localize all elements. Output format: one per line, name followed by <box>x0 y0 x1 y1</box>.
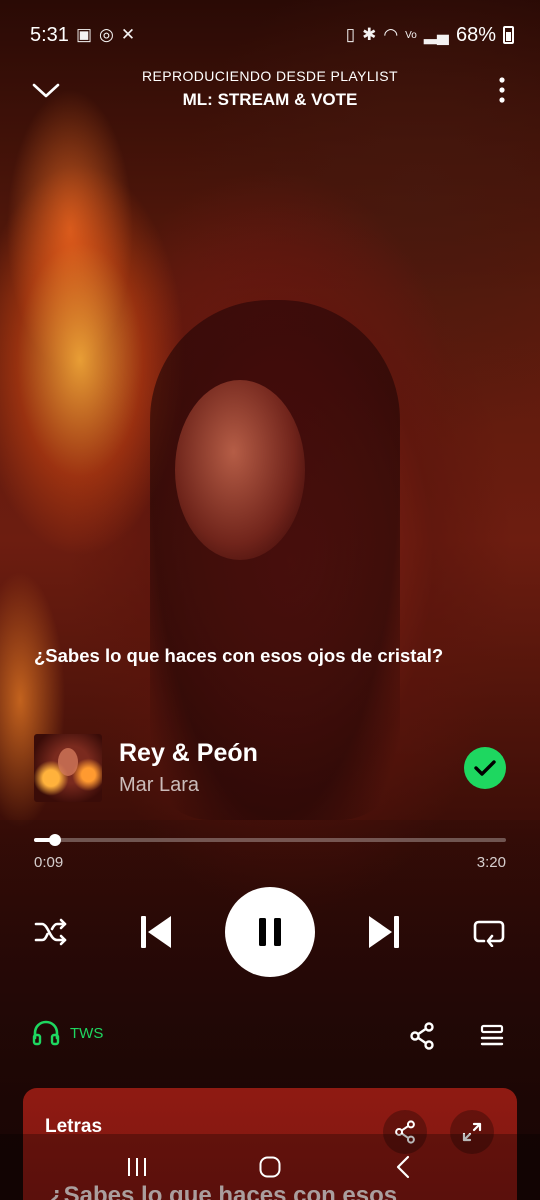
track-info: Rey & Peón Mar Lara <box>34 734 506 802</box>
total-duration: 3:20 <box>476 854 506 871</box>
seek-bar-track <box>34 838 506 842</box>
seek-bar-handle[interactable] <box>49 834 62 846</box>
signal-icon: ▂▄ <box>423 25 449 44</box>
saved-to-library-button[interactable] <box>464 747 506 789</box>
playing-from-context[interactable]: REPRODUCIENDO DESDE PLAYLIST ML: STREAM … <box>80 68 460 110</box>
check-icon <box>474 760 496 776</box>
pause-button[interactable] <box>225 887 315 977</box>
status-time: 5:31 <box>30 23 69 46</box>
context-label: REPRODUCIENDO DESDE PLAYLIST <box>142 68 398 84</box>
seek-bar[interactable] <box>34 833 506 847</box>
x-icon: ✕ <box>120 25 136 44</box>
next-button[interactable] <box>360 910 408 954</box>
repeat-button[interactable] <box>468 912 510 952</box>
back-icon <box>397 1155 410 1179</box>
home-button[interactable] <box>240 1142 300 1192</box>
queue-icon <box>480 1024 504 1046</box>
repeat-icon <box>473 920 505 947</box>
share-icon <box>410 1022 434 1050</box>
lyric-preview[interactable]: ¿Sabes lo que haces con esos ojos de cri… <box>34 645 520 667</box>
share-button[interactable] <box>404 1018 440 1054</box>
minimize-button[interactable] <box>24 70 68 110</box>
shuffle-button[interactable] <box>30 912 72 952</box>
device-name: TWS <box>70 1024 104 1042</box>
chevron-down-icon <box>32 83 60 98</box>
time-labels: 0:09 3:20 <box>34 854 506 871</box>
more-vertical-icon <box>499 77 505 103</box>
queue-button[interactable] <box>474 1018 510 1054</box>
home-icon <box>259 1156 281 1178</box>
playback-controls <box>0 885 540 979</box>
skip-previous-icon <box>141 916 171 948</box>
pause-icon <box>259 918 281 946</box>
whatsapp-icon: ◎ <box>99 25 114 44</box>
shuffle-icon <box>34 918 67 946</box>
playlist-name: ML: STREAM & VOTE <box>182 90 358 109</box>
headphones-icon <box>32 1020 60 1046</box>
data-saver-icon: ▯ <box>345 25 356 44</box>
artwork-face <box>175 380 305 560</box>
previous-button[interactable] <box>132 910 180 954</box>
bluetooth-icon: ✱ <box>362 25 377 44</box>
elapsed-time: 0:09 <box>34 854 64 871</box>
volte-icon: Vo <box>405 29 417 41</box>
track-title[interactable]: Rey & Peón <box>119 739 464 768</box>
track-artist[interactable]: Mar Lara <box>119 774 464 797</box>
status-bar: 5:31 ▣ ◎ ✕ ▯ ✱ ◠ Vo ▂▄ 68% <box>0 0 540 56</box>
battery-percent: 68% <box>455 23 496 46</box>
battery-icon <box>503 26 514 44</box>
player-header: REPRODUCIENDO DESDE PLAYLIST ML: STREAM … <box>0 56 540 126</box>
wifi-icon: ◠ <box>383 25 399 44</box>
recent-apps-icon <box>127 1158 146 1176</box>
secondary-actions: TWS <box>0 1016 540 1056</box>
connected-device-button[interactable]: TWS <box>32 1020 103 1046</box>
back-button[interactable] <box>373 1142 433 1192</box>
recent-apps-button[interactable] <box>107 1142 167 1192</box>
system-nav-bar <box>0 1134 540 1200</box>
album-cover-thumbnail[interactable] <box>34 734 102 802</box>
gallery-icon: ▣ <box>75 25 92 44</box>
skip-next-icon <box>369 916 399 948</box>
more-options-button[interactable] <box>480 70 524 110</box>
